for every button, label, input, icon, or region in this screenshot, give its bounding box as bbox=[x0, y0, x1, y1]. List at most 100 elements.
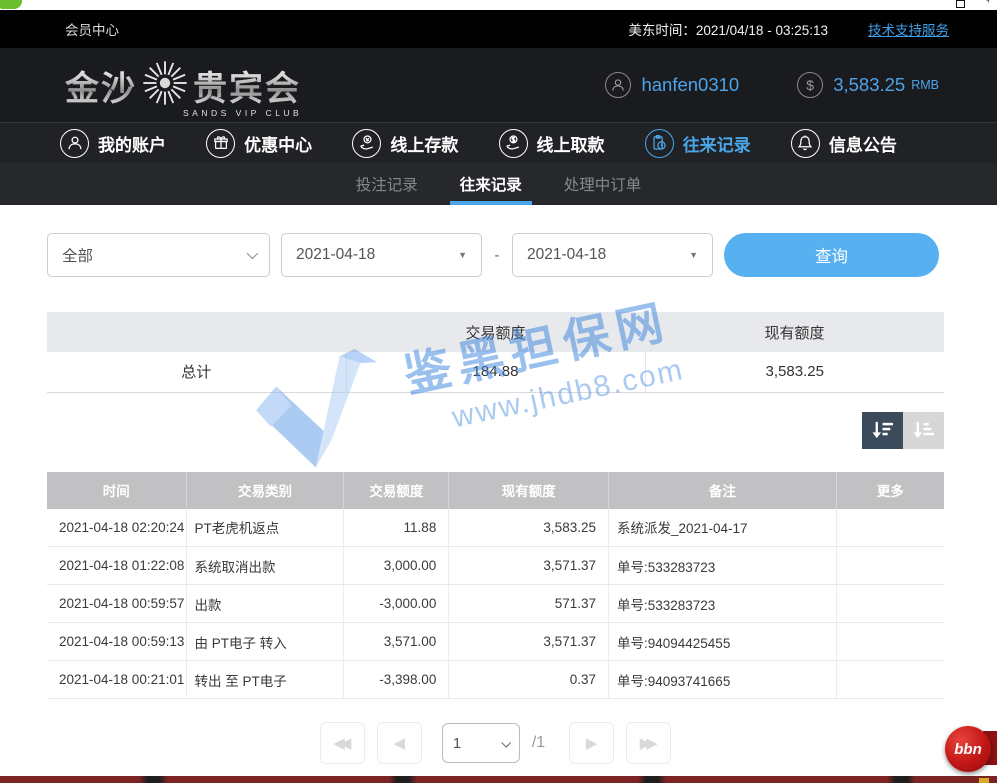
table-cell: 单号:94093741665 bbox=[608, 661, 836, 699]
page-select[interactable]: 1 bbox=[442, 723, 520, 763]
summary-total-label: 总计 bbox=[47, 352, 346, 392]
table-cell: 3,583.25 bbox=[449, 509, 609, 547]
summary-header-transaction: 交易额度 bbox=[346, 312, 645, 352]
table-row: 2021-04-18 02:20:24PT老虎机返点11.883,583.25系… bbox=[47, 509, 944, 547]
query-button[interactable]: 查询 bbox=[724, 233, 939, 277]
caret-down-icon: ▼ bbox=[689, 250, 698, 260]
first-page-button[interactable]: ◀◀ bbox=[320, 722, 365, 764]
date-to-select[interactable]: 2021-04-18 ▼ bbox=[512, 233, 713, 277]
member-center-link[interactable]: 会员中心 bbox=[65, 19, 119, 39]
table-row: 2021-04-18 00:59:57出款-3,000.00571.37单号:5… bbox=[47, 585, 944, 623]
transaction-type-select[interactable]: 全部 bbox=[47, 233, 270, 277]
records-table-body: 2021-04-18 02:20:24PT老虎机返点11.883,583.25系… bbox=[47, 509, 944, 699]
prev-page-button[interactable]: ◀ bbox=[377, 722, 422, 764]
balance-display[interactable]: $ 3,583.25 RMB bbox=[797, 72, 939, 98]
table-cell: -3,398.00 bbox=[344, 661, 449, 699]
user-avatar-icon bbox=[605, 72, 631, 98]
bbn-badge[interactable]: bbn bbox=[945, 726, 991, 772]
site-logo[interactable]: 金沙 贵宾会 SANDS VIP CLUB bbox=[65, 54, 301, 116]
tab-bet-records[interactable]: 投注记录 bbox=[352, 163, 422, 205]
sort-descending-icon bbox=[870, 420, 895, 441]
transaction-type-value: 全部 bbox=[62, 244, 247, 266]
table-cell: 单号:533283723 bbox=[608, 585, 836, 623]
nav-item-transaction-records[interactable]: 往来记录 bbox=[645, 129, 791, 158]
tech-support-link[interactable]: 技术支持服务 bbox=[868, 19, 949, 39]
next-page-button[interactable]: ▶ bbox=[569, 722, 614, 764]
table-cell: 11.88 bbox=[344, 509, 449, 547]
nav-item-my-account[interactable]: 我的账户 bbox=[60, 129, 206, 158]
chevron-down-icon bbox=[501, 737, 511, 747]
table-cell: -3,000.00 bbox=[344, 585, 449, 623]
window-maximize-icon[interactable] bbox=[956, 0, 965, 8]
nav-label: 我的账户 bbox=[98, 131, 166, 156]
window-close-icon[interactable]: ⌝ bbox=[986, 1, 993, 7]
user-account[interactable]: hanfen0310 bbox=[605, 72, 739, 98]
table-cell: 系统取消出款 bbox=[186, 547, 344, 585]
logo-subtitle: SANDS VIP CLUB bbox=[183, 108, 302, 118]
gift-icon bbox=[206, 129, 235, 158]
table-cell: 2021-04-18 02:20:24 bbox=[47, 509, 186, 547]
col-header-remark: 备注 bbox=[608, 472, 836, 509]
main-content: 鉴黑担保网 www.jhdb8.com 全部 2021-04-18 ▼ - 20… bbox=[0, 205, 997, 776]
summary-current-total: 3,583.25 bbox=[645, 352, 944, 392]
table-cell: 0.37 bbox=[449, 661, 609, 699]
sub-nav: 投注记录 往来记录 处理中订单 bbox=[0, 163, 997, 205]
table-cell bbox=[836, 509, 944, 547]
logo-text-right: 贵宾会 bbox=[193, 61, 301, 110]
eastern-time-label: 美东时间：2021/04/18 - 03:25:13 bbox=[628, 19, 828, 39]
footer-strip bbox=[0, 776, 997, 783]
table-cell: 出款 bbox=[186, 585, 344, 623]
summary-transaction-total: 184.88 bbox=[346, 352, 645, 392]
tab-transaction-records[interactable]: 往来记录 bbox=[456, 163, 526, 205]
table-row: 2021-04-18 01:22:08系统取消出款3,000.003,571.3… bbox=[47, 547, 944, 585]
sort-descending-button[interactable] bbox=[862, 412, 903, 449]
table-cell bbox=[836, 585, 944, 623]
table-cell: 3,571.37 bbox=[449, 623, 609, 661]
nav-item-promotions[interactable]: 优惠中心 bbox=[206, 129, 352, 158]
tab-pending-orders[interactable]: 处理中订单 bbox=[560, 163, 646, 205]
table-cell: 2021-04-18 00:21:01 bbox=[47, 661, 186, 699]
last-page-button[interactable]: ▶▶ bbox=[626, 722, 671, 764]
table-cell: 系统派发_2021-04-17 bbox=[608, 509, 836, 547]
sort-ascending-button[interactable] bbox=[903, 412, 944, 449]
browser-chrome-strip: ⌝ bbox=[0, 0, 997, 10]
date-range-separator: - bbox=[482, 247, 512, 264]
balance-currency: RMB bbox=[911, 78, 939, 92]
table-cell: 单号:533283723 bbox=[608, 547, 836, 585]
chevron-down-icon bbox=[247, 248, 258, 259]
col-header-type: 交易类别 bbox=[186, 472, 344, 509]
table-cell: 3,571.37 bbox=[449, 547, 609, 585]
dollar-icon: $ bbox=[797, 72, 823, 98]
sort-controls bbox=[47, 412, 944, 449]
records-header-row: 时间 交易类别 交易额度 现有额度 备注 更多 bbox=[47, 472, 944, 509]
total-pages-label: /1 bbox=[532, 734, 545, 752]
nav-item-announcements[interactable]: 信息公告 bbox=[791, 129, 937, 158]
nav-label: 信息公告 bbox=[829, 131, 897, 156]
top-bar: 会员中心 美东时间：2021/04/18 - 03:25:13 技术支持服务 bbox=[0, 10, 997, 48]
table-cell bbox=[836, 547, 944, 585]
table-cell: 3,571.00 bbox=[344, 623, 449, 661]
main-nav: 我的账户 优惠中心 线上存款 线上 bbox=[0, 122, 997, 163]
caret-down-icon: ▼ bbox=[458, 250, 467, 260]
nav-label: 线上存款 bbox=[390, 131, 458, 156]
table-cell: 转出 至 PT电子 bbox=[186, 661, 344, 699]
nav-item-withdraw[interactable]: 线上取款 bbox=[499, 129, 645, 158]
bell-icon bbox=[791, 129, 820, 158]
summary-header-empty bbox=[47, 312, 346, 352]
table-cell: 2021-04-18 00:59:13 bbox=[47, 623, 186, 661]
date-from-select[interactable]: 2021-04-18 ▼ bbox=[281, 233, 482, 277]
browser-app-icon bbox=[0, 0, 22, 9]
col-header-current-amount: 现有额度 bbox=[449, 472, 609, 509]
username-label: hanfen0310 bbox=[641, 74, 739, 96]
table-cell bbox=[836, 623, 944, 661]
nav-label: 往来记录 bbox=[683, 131, 751, 156]
table-row: 2021-04-18 00:21:01转出 至 PT电子-3,398.000.3… bbox=[47, 661, 944, 699]
table-cell: 2021-04-18 01:22:08 bbox=[47, 547, 186, 585]
balance-amount: 3,583.25 bbox=[833, 74, 905, 96]
col-header-time: 时间 bbox=[47, 472, 186, 509]
col-header-transaction-amount: 交易额度 bbox=[344, 472, 449, 509]
pagination: ◀◀ ◀ 1 /1 ▶ ▶▶ bbox=[47, 722, 944, 764]
nav-item-deposit[interactable]: 线上存款 bbox=[352, 129, 498, 158]
user-icon bbox=[60, 129, 89, 158]
col-header-more: 更多 bbox=[836, 472, 944, 509]
